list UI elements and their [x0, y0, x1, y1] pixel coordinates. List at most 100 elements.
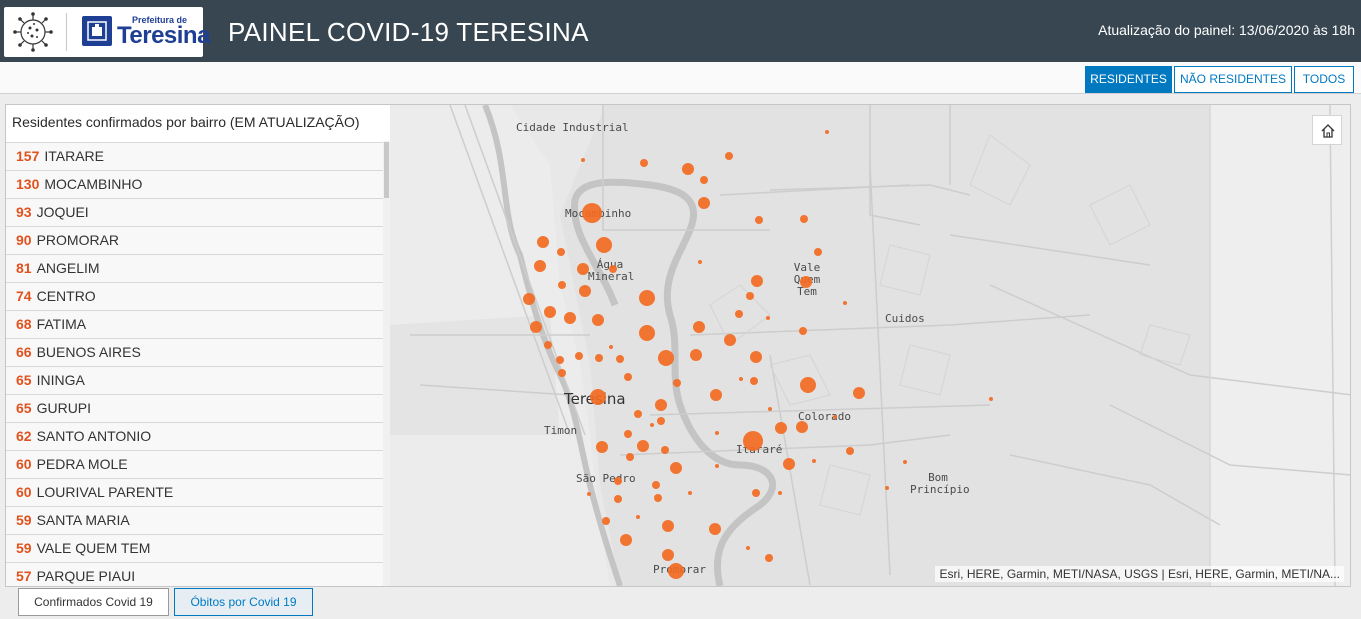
- list-item[interactable]: 90 PROMORAR: [6, 227, 384, 255]
- case-marker[interactable]: [639, 325, 655, 341]
- case-marker[interactable]: [751, 275, 763, 287]
- case-marker[interactable]: [582, 203, 602, 223]
- case-marker[interactable]: [750, 351, 762, 363]
- tab-confirmados[interactable]: Confirmados Covid 19: [18, 588, 169, 616]
- case-marker[interactable]: [725, 152, 733, 160]
- case-marker[interactable]: [634, 410, 642, 418]
- list-item[interactable]: 74 CENTRO: [6, 283, 384, 311]
- case-marker[interactable]: [698, 197, 710, 209]
- list-item[interactable]: 60 LOURIVAL PARENTE: [6, 479, 384, 507]
- list-item[interactable]: 157 ITARARE: [6, 143, 384, 171]
- case-marker[interactable]: [885, 486, 889, 490]
- case-marker[interactable]: [766, 316, 770, 320]
- case-marker[interactable]: [626, 453, 634, 461]
- list-scrollbar-thumb[interactable]: [384, 142, 389, 198]
- case-marker[interactable]: [662, 520, 674, 532]
- case-marker[interactable]: [581, 158, 585, 162]
- case-marker[interactable]: [750, 377, 758, 385]
- case-marker[interactable]: [523, 293, 535, 305]
- case-marker[interactable]: [698, 260, 702, 264]
- case-marker[interactable]: [688, 491, 692, 495]
- case-marker[interactable]: [673, 379, 681, 387]
- case-marker[interactable]: [624, 430, 632, 438]
- case-marker[interactable]: [620, 534, 632, 546]
- case-marker[interactable]: [755, 216, 763, 224]
- case-marker[interactable]: [846, 447, 854, 455]
- case-marker[interactable]: [616, 355, 624, 363]
- list-item[interactable]: 130 MOCAMBINHO: [6, 171, 384, 199]
- case-marker[interactable]: [639, 290, 655, 306]
- case-marker[interactable]: [614, 477, 622, 485]
- tab-residentes[interactable]: RESIDENTES: [1085, 66, 1172, 93]
- case-marker[interactable]: [657, 417, 665, 425]
- case-marker[interactable]: [710, 389, 722, 401]
- list-item[interactable]: 81 ANGELIM: [6, 255, 384, 283]
- tab-obitos[interactable]: Óbitos por Covid 19: [174, 588, 313, 616]
- case-marker[interactable]: [765, 554, 773, 562]
- case-marker[interactable]: [636, 515, 640, 519]
- case-marker[interactable]: [833, 415, 837, 419]
- case-marker[interactable]: [715, 431, 719, 435]
- case-marker[interactable]: [752, 489, 760, 497]
- case-marker[interactable]: [577, 263, 589, 275]
- case-marker[interactable]: [575, 352, 583, 360]
- list-item[interactable]: 93 JOQUEI: [6, 199, 384, 227]
- case-marker[interactable]: [700, 176, 708, 184]
- home-button[interactable]: [1312, 115, 1342, 145]
- case-marker[interactable]: [825, 130, 829, 134]
- case-marker[interactable]: [715, 464, 719, 468]
- case-marker[interactable]: [652, 481, 660, 489]
- case-marker[interactable]: [557, 248, 565, 256]
- case-marker[interactable]: [746, 292, 754, 300]
- case-marker[interactable]: [650, 423, 654, 427]
- list-item[interactable]: 65 GURUPI: [6, 395, 384, 423]
- case-marker[interactable]: [558, 369, 566, 377]
- tab-todos[interactable]: TODOS: [1294, 66, 1354, 93]
- case-marker[interactable]: [655, 399, 667, 411]
- case-marker[interactable]: [724, 334, 736, 346]
- case-marker[interactable]: [812, 459, 816, 463]
- case-marker[interactable]: [743, 431, 763, 451]
- case-marker[interactable]: [670, 462, 682, 474]
- case-marker[interactable]: [778, 491, 782, 495]
- case-marker[interactable]: [654, 494, 662, 502]
- case-marker[interactable]: [558, 281, 566, 289]
- neighborhood-list[interactable]: 157 ITARARE 130 MOCAMBINHO 93 JOQUEI 90 PROMORA…: [6, 142, 384, 586]
- case-marker[interactable]: [989, 397, 993, 401]
- case-marker[interactable]: [799, 327, 807, 335]
- list-item[interactable]: 65 ININGA: [6, 367, 384, 395]
- case-marker[interactable]: [530, 321, 542, 333]
- case-marker[interactable]: [658, 350, 674, 366]
- case-marker[interactable]: [853, 387, 865, 399]
- list-item[interactable]: 57 PARQUE PIAUI: [6, 563, 384, 586]
- case-marker[interactable]: [693, 321, 705, 333]
- case-marker[interactable]: [556, 356, 564, 364]
- case-marker[interactable]: [746, 546, 750, 550]
- case-marker[interactable]: [682, 163, 694, 175]
- case-marker[interactable]: [796, 421, 808, 433]
- case-marker[interactable]: [640, 159, 648, 167]
- case-marker[interactable]: [739, 377, 743, 381]
- case-marker[interactable]: [637, 440, 649, 452]
- case-marker[interactable]: [800, 276, 812, 288]
- case-marker[interactable]: [544, 341, 552, 349]
- case-marker[interactable]: [587, 492, 591, 496]
- list-item[interactable]: 60 PEDRA MOLE: [6, 451, 384, 479]
- list-item[interactable]: 59 SANTA MARIA: [6, 507, 384, 535]
- case-marker[interactable]: [564, 312, 576, 324]
- case-marker[interactable]: [814, 248, 822, 256]
- case-marker[interactable]: [537, 236, 549, 248]
- case-marker[interactable]: [592, 314, 604, 326]
- map-view[interactable]: Cidade Industrial Mocambinho Água Minera…: [390, 105, 1350, 586]
- tab-nao-residentes[interactable]: NÃO RESIDENTES: [1174, 66, 1292, 93]
- case-marker[interactable]: [595, 354, 603, 362]
- case-marker[interactable]: [903, 460, 907, 464]
- list-item[interactable]: 66 BUENOS AIRES: [6, 339, 384, 367]
- case-marker[interactable]: [596, 237, 612, 253]
- case-marker[interactable]: [800, 377, 816, 393]
- case-marker[interactable]: [596, 441, 608, 453]
- case-marker[interactable]: [709, 523, 721, 535]
- case-marker[interactable]: [768, 407, 772, 411]
- list-scrollbar[interactable]: [383, 141, 390, 586]
- list-item[interactable]: 68 FATIMA: [6, 311, 384, 339]
